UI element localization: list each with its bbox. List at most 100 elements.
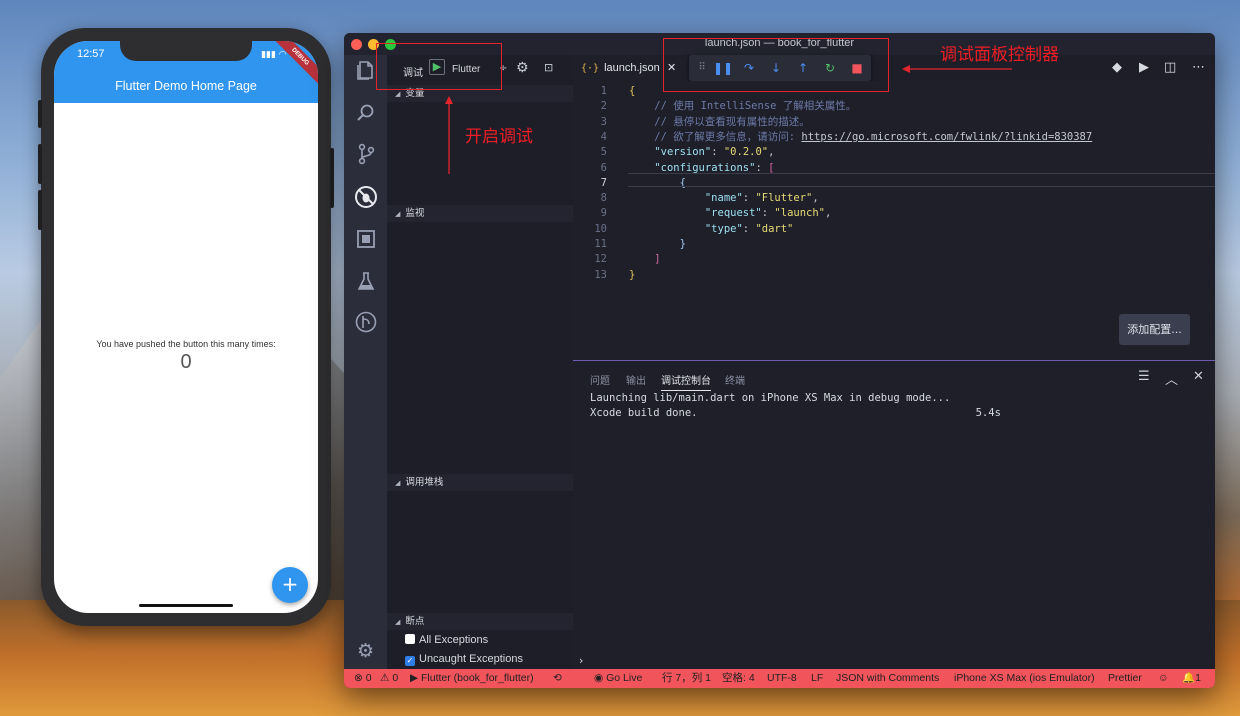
source-control-icon[interactable] bbox=[344, 143, 387, 175]
annotation-box-debug-controller bbox=[663, 38, 889, 92]
annotation-start-debug: 开启调试 bbox=[465, 127, 533, 147]
line-number: 2 bbox=[600, 100, 607, 113]
line-number: 11 bbox=[594, 238, 607, 250]
phone-side-button bbox=[38, 144, 42, 184]
phone-side-button bbox=[38, 100, 42, 128]
go-live-button[interactable]: ◉ Go Live bbox=[594, 669, 642, 688]
tab-label: launch.json bbox=[604, 62, 660, 74]
prettier-formatter[interactable]: Prettier bbox=[1108, 669, 1142, 688]
tab-problems[interactable]: 问题 bbox=[590, 372, 610, 387]
annotation-box-start-debug bbox=[376, 43, 502, 90]
more-actions-icon[interactable]: ⋯ bbox=[1192, 60, 1205, 75]
code-line[interactable]: 11 } bbox=[573, 237, 686, 252]
console-output-line: Launching lib/main.dart on iPhone XS Max… bbox=[590, 392, 951, 404]
sync-icon[interactable]: ⟲ bbox=[553, 669, 562, 688]
go-live-label: Go Live bbox=[606, 672, 643, 684]
line-number: 6 bbox=[600, 161, 607, 174]
settings-gear-icon[interactable]: ⚙ bbox=[344, 635, 387, 667]
debug-icon[interactable] bbox=[344, 185, 387, 217]
watch-section-header[interactable]: ◢ 监视 bbox=[387, 205, 573, 222]
console-output-line: Xcode build done. 5.4s bbox=[590, 407, 1001, 419]
code-line[interactable]: 9 "request": "launch", bbox=[573, 206, 832, 221]
code-line[interactable]: 2 // 使用 IntelliSense 了解相关属性。 bbox=[573, 99, 857, 114]
open-launch-json-gear-icon[interactable]: ⚙ bbox=[516, 60, 529, 76]
code-line[interactable]: 3 // 悬停以查看现有属性的描述。 bbox=[573, 115, 810, 130]
language-mode[interactable]: JSON with Comments bbox=[836, 669, 939, 688]
code-text: "name": "Flutter", bbox=[704, 192, 819, 205]
test-flask-icon[interactable] bbox=[344, 269, 387, 301]
breakpoint-label: All Exceptions bbox=[419, 634, 489, 646]
checkbox-unchecked[interactable] bbox=[405, 634, 415, 644]
phone-clock: 12:57 bbox=[77, 48, 105, 60]
code-text: "configurations": [ bbox=[654, 161, 775, 174]
code-line[interactable]: 5 "version": "0.2.0", bbox=[573, 145, 775, 160]
phone-screen: 12:57 ▮▮▮ ◠ ▭ DEBUG Flutter Demo Home Pa… bbox=[54, 41, 318, 613]
extensions-icon[interactable] bbox=[344, 227, 387, 259]
line-number: 1 bbox=[600, 85, 607, 97]
console-prompt-icon[interactable]: › bbox=[579, 654, 583, 667]
json-file-icon: {·} bbox=[581, 63, 600, 74]
debug-console-toggle-icon[interactable]: ⊡ bbox=[544, 61, 553, 74]
feedback-smiley-icon[interactable]: ☺ bbox=[1158, 669, 1169, 688]
annotation-debug-panel-controller: 调试面板控制器 bbox=[940, 45, 1059, 65]
problems-errors-count[interactable]: ⊗ 0 bbox=[354, 669, 372, 688]
indentation[interactable]: 空格: 4 bbox=[722, 669, 755, 688]
breakpoint-label: Uncaught Exceptions bbox=[419, 653, 523, 665]
line-number: 13 bbox=[594, 268, 607, 281]
search-icon[interactable] bbox=[344, 101, 387, 133]
increment-fab-button[interactable]: + bbox=[272, 567, 308, 603]
activity-bar: ⚙ bbox=[344, 55, 387, 669]
line-number: 4 bbox=[600, 130, 607, 143]
section-title: 断点 bbox=[405, 616, 425, 627]
tab-output[interactable]: 输出 bbox=[626, 372, 646, 387]
code-line[interactable]: 8 "name": "Flutter", bbox=[573, 191, 819, 206]
debug-run-config[interactable]: ▶ Flutter (book_for_flutter) bbox=[410, 669, 534, 688]
counter-value: 0 bbox=[180, 351, 192, 373]
maximize-panel-icon[interactable]: ︿ bbox=[1165, 369, 1178, 388]
code-line[interactable]: 13} bbox=[573, 268, 635, 283]
open-changes-icon[interactable]: ◆ bbox=[1112, 60, 1122, 75]
code-line[interactable]: 1{ bbox=[573, 84, 636, 99]
broadcast-icon: ◉ bbox=[594, 672, 607, 684]
flutter-device[interactable]: iPhone XS Max (ios Emulator) bbox=[954, 669, 1095, 688]
code-text: // 悬停以查看现有属性的描述。 bbox=[654, 115, 810, 128]
code-line[interactable]: 4 // 欲了解更多信息，请访问: https://go.microsoft.c… bbox=[573, 130, 1093, 145]
status-bar: ⊗ 0 ⚠ 0 ▶ Flutter (book_for_flutter) ⟲ ◉… bbox=[344, 669, 1215, 688]
line-number: 8 bbox=[600, 192, 607, 205]
code-line[interactable]: 12 ] bbox=[573, 252, 660, 267]
breakpoint-all-exceptions[interactable]: All Exceptions bbox=[405, 634, 488, 646]
end-of-line[interactable]: LF bbox=[811, 669, 823, 688]
clear-console-icon[interactable]: ☰ bbox=[1138, 369, 1150, 384]
call-stack-section-header[interactable]: ◢ 调用堆栈 bbox=[387, 474, 573, 491]
cursor-position[interactable]: 行 7，列 1 bbox=[662, 669, 711, 688]
code-text: "type": "dart" bbox=[704, 222, 794, 235]
line-number: 10 bbox=[594, 222, 607, 235]
encoding[interactable]: UTF-8 bbox=[767, 669, 797, 688]
line-number: 12 bbox=[594, 253, 607, 266]
home-indicator[interactable] bbox=[139, 604, 233, 607]
git-graph-icon[interactable] bbox=[344, 311, 387, 343]
annotation-arrow-left bbox=[902, 65, 1012, 73]
tab-terminal[interactable]: 终端 bbox=[725, 372, 745, 387]
breakpoints-section-header[interactable]: ◢ 断点 bbox=[387, 613, 573, 630]
code-line[interactable]: 10 "type": "dart" bbox=[573, 222, 793, 237]
line-number: 7 bbox=[600, 176, 607, 189]
annotation-arrow-up bbox=[445, 96, 453, 174]
run-file-icon[interactable]: ▶ bbox=[1139, 60, 1149, 75]
problems-warnings-count[interactable]: ⚠ 0 bbox=[380, 669, 398, 688]
tab-debug-console[interactable]: 调试控制台 bbox=[661, 372, 711, 391]
code-text: // 使用 IntelliSense 了解相关属性。 bbox=[654, 100, 857, 113]
phone-notch bbox=[120, 41, 252, 61]
split-editor-icon[interactable]: ◫ bbox=[1164, 60, 1176, 75]
code-text: } bbox=[629, 268, 636, 281]
bottom-panel: 问题 输出 调试控制台 终端 ☰ ︿ ✕ Launching lib/main.… bbox=[573, 360, 1215, 669]
close-panel-icon[interactable]: ✕ bbox=[1193, 369, 1204, 384]
phone-side-button bbox=[38, 190, 42, 230]
checkbox-checked[interactable]: ✓ bbox=[405, 656, 415, 666]
breakpoint-uncaught-exceptions[interactable]: ✓ Uncaught Exceptions bbox=[405, 653, 523, 666]
code-text: // 欲了解更多信息，请访问: https://go.microsoft.com… bbox=[654, 130, 1093, 143]
current-line-highlight bbox=[628, 173, 1215, 187]
notifications-bell-icon[interactable]: 🔔1 bbox=[1182, 669, 1201, 688]
add-configuration-button[interactable]: 添加配置... bbox=[1119, 314, 1190, 345]
debug-sidebar: 调试 ▶ Flutter ÷ ⚙ ⊡ ◢ 变量 ◢ 监视 ◢ 调用堆栈 ◢ 断点 All… bbox=[387, 55, 573, 669]
